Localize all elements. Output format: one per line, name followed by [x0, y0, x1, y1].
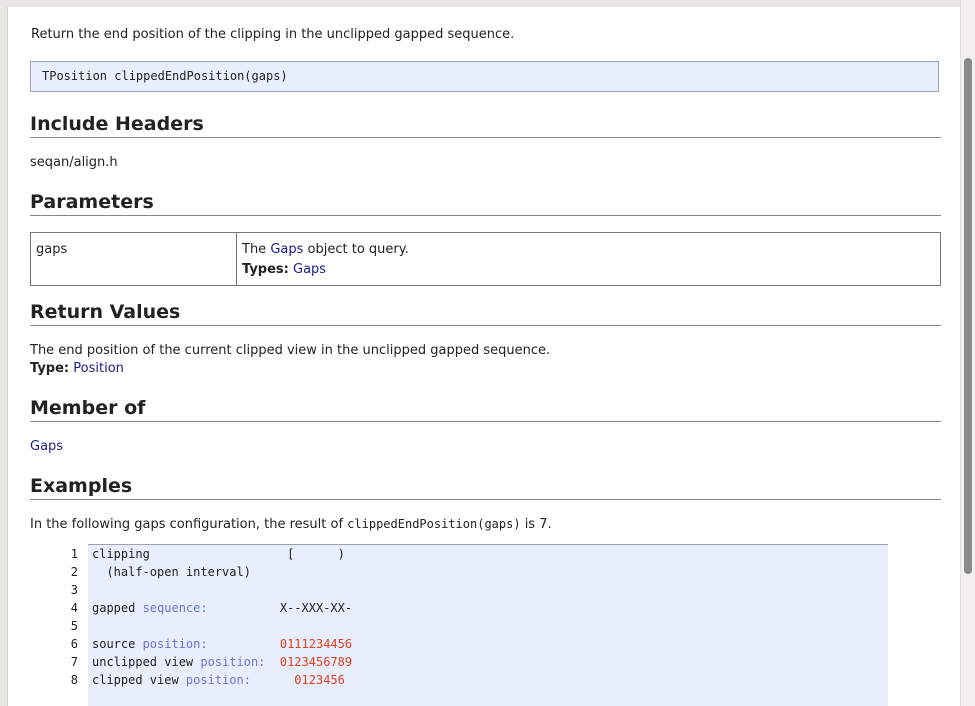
return-description: The end position of the current clipped … — [30, 343, 551, 358]
param-description: The Gaps object to query. Types: Gaps — [236, 232, 941, 286]
include-headers-heading: Include Headers — [30, 113, 941, 138]
member-of-heading: Member of — [30, 397, 941, 422]
line-number: 1 — [70, 547, 78, 561]
gaps-link[interactable]: Gaps — [270, 242, 303, 257]
code-line: clipping [ ) — [92, 547, 345, 561]
return-type: Type: Position — [30, 361, 124, 376]
examples-heading: Examples — [30, 475, 941, 500]
function-summary: Return the end position of the clipping … — [31, 27, 515, 42]
example-code-block: 1 2 3 4 5 6 7 8 clipping [ ) (half-open … — [71, 544, 888, 706]
code-line: source position: 0111234456 — [92, 637, 353, 651]
code-line: clipped view position: 0123456 — [92, 673, 345, 687]
line-number: 6 — [70, 637, 78, 651]
member-of-entry: Gaps — [30, 439, 63, 454]
return-values-heading: Return Values — [30, 301, 941, 326]
vertical-scrollbar[interactable] — [960, 0, 975, 706]
line-number: 8 — [70, 673, 78, 687]
code-line: gapped sequence: X--XXX-XX- — [92, 601, 353, 615]
param-name: gaps — [30, 232, 237, 286]
member-of-gaps-link[interactable]: Gaps — [30, 439, 63, 454]
example-inline-code: clippedEndPosition(gaps) — [347, 517, 521, 531]
function-signature: TPosition clippedEndPosition(gaps) — [30, 61, 939, 92]
line-numbers: 1 2 3 4 5 6 7 8 — [58, 545, 78, 689]
code-line: (half-open interval) — [92, 565, 251, 579]
scrollbar-thumb[interactable] — [964, 58, 972, 574]
parameters-table: gaps The Gaps object to query. Types: Ga… — [30, 232, 941, 286]
return-type-label: Type: — [30, 361, 70, 376]
line-number: 7 — [70, 655, 78, 669]
line-number: 3 — [70, 583, 78, 597]
example-description: In the following gaps configuration, the… — [30, 517, 552, 532]
code-line: unclipped view position: 0123456789 — [92, 655, 353, 669]
table-row: gaps The Gaps object to query. Types: Ga… — [30, 232, 941, 286]
param-types-label: Types: — [242, 262, 289, 277]
documentation-pane: Return the end position of the clipping … — [7, 7, 963, 706]
example-text-post: is 7. — [520, 517, 552, 532]
line-number: 2 — [70, 565, 78, 579]
example-text-pre: In the following gaps configuration, the… — [30, 517, 348, 532]
param-desc-post: object to query. — [303, 242, 409, 257]
include-header-path: seqan/align.h — [30, 155, 118, 170]
position-link[interactable]: Position — [73, 361, 124, 376]
line-number: 5 — [70, 619, 78, 633]
parameters-heading: Parameters — [30, 191, 941, 216]
param-desc-pre: The — [242, 242, 271, 257]
types-gaps-link[interactable]: Gaps — [293, 262, 326, 277]
code-lines: clipping [ ) (half-open interval) gapped… — [92, 545, 352, 689]
line-number: 4 — [70, 601, 78, 615]
